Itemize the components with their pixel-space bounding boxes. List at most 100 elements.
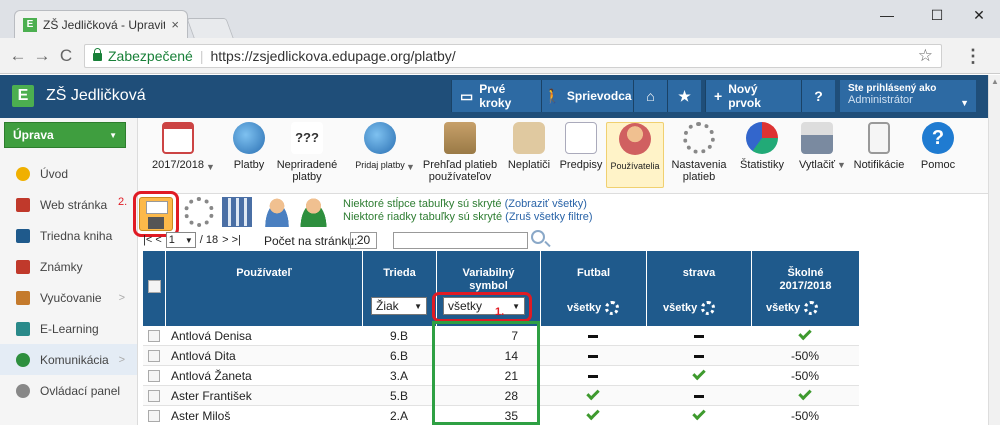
back-icon[interactable]: ←	[8, 46, 28, 66]
clear-filters-link[interactable]: (Zruš všetky filtre)	[505, 211, 592, 223]
notifications-button[interactable]: Notifikácie	[850, 122, 908, 188]
unassigned-payments-button[interactable]: ??? Nepriradené platby	[274, 122, 340, 188]
school-name[interactable]: ZŠ Jedličková	[46, 87, 146, 105]
football-filter-value: všetky	[567, 301, 602, 314]
sidebar-item-communication[interactable]: Komunikácia >	[0, 344, 137, 375]
select-all-checkbox[interactable]	[148, 280, 161, 293]
header-food[interactable]: strava všetky	[646, 251, 751, 326]
header-class[interactable]: Trieda Žiak ▼	[362, 251, 436, 326]
annotation-label-2: 2.	[118, 196, 128, 208]
add-user-icon[interactable]	[300, 197, 330, 227]
row-checkbox[interactable]	[148, 370, 160, 382]
cell-name[interactable]: Antlová Žaneta	[171, 369, 361, 383]
payments-button[interactable]: Platby	[224, 122, 274, 188]
toolbar-label: Nepriradené platby	[276, 159, 338, 183]
cell-class-text: 9.B	[389, 329, 408, 343]
users-button[interactable]: Používatelia	[606, 122, 664, 188]
gear-icon[interactable]	[605, 301, 620, 315]
page-scrollbar[interactable]: ▲	[988, 75, 1000, 425]
user-menu[interactable]: Ste prihlásený ako Administrátor ▼	[840, 80, 976, 112]
row-checkbox[interactable]	[148, 330, 160, 342]
add-payments-button[interactable]: Pridaj platby	[348, 122, 412, 188]
sidebar-item-control-panel[interactable]: Ovládací panel	[0, 375, 137, 406]
debtors-button[interactable]: Neplatiči	[504, 122, 554, 188]
settings-gear-icon[interactable]	[184, 197, 214, 227]
sidebar-item-elearning[interactable]: E-Learning	[0, 313, 137, 344]
browser-tab-bar: E ZŠ Jedličková - Upraviť v × — ☐ ✕	[0, 0, 1000, 38]
statistics-button[interactable]: Štatistiky	[734, 122, 790, 188]
payment-settings-button[interactable]: Nastavenia platieb	[666, 122, 732, 188]
class-filter-select[interactable]: Žiak ▼	[371, 297, 427, 315]
tab-close-icon[interactable]: ×	[171, 17, 179, 32]
sidebar: Úprava ▼ Úvod Web stránka Triedna kniha …	[0, 118, 138, 425]
columns-icon[interactable]	[222, 197, 252, 227]
school-year-button[interactable]: 2017/2018	[148, 122, 208, 188]
header-school-fees[interactable]: Školné 2017/2018 všetky	[751, 251, 859, 326]
food-filter[interactable]: všetky	[663, 301, 716, 315]
sidebar-item-uvod[interactable]: Úvod	[0, 158, 137, 189]
class-filter-value: Žiak	[376, 298, 399, 313]
cell-name[interactable]: Aster Miloš	[171, 409, 361, 423]
sidebar-item-web[interactable]: Web stránka	[0, 189, 137, 220]
reload-icon[interactable]: C	[56, 46, 76, 66]
edupage-logo-icon[interactable]: E	[12, 85, 34, 107]
next-last-page[interactable]: > >|	[222, 234, 241, 246]
book-icon	[16, 228, 30, 243]
minimize-button[interactable]: —	[864, 4, 910, 26]
cell-fees: -50%	[751, 369, 859, 383]
cell-name[interactable]: Antlová Dita	[171, 349, 361, 363]
guide-button[interactable]: 🚶 Sprievodca	[541, 80, 633, 112]
chevron-down-icon[interactable]: ▼	[837, 160, 846, 170]
check-icon	[798, 326, 812, 341]
browser-tab[interactable]: E ZŠ Jedličková - Upraviť v ×	[14, 10, 188, 38]
first-prev-page[interactable]: |< <	[143, 234, 162, 246]
chevron-down-icon[interactable]: ▼	[206, 162, 215, 172]
header-user[interactable]: Používateľ	[165, 251, 362, 326]
row-checkbox[interactable]	[148, 350, 160, 362]
gear-icon[interactable]	[701, 301, 716, 315]
cell-name[interactable]: Aster František	[171, 389, 361, 403]
help-button[interactable]: ?	[801, 80, 835, 112]
per-page-input[interactable]: 20	[350, 232, 377, 249]
sidebar-item-teaching[interactable]: Vyučovanie >	[0, 282, 137, 313]
print-button[interactable]: Vytlačiť	[794, 122, 840, 188]
header-football[interactable]: Futbal všetky	[540, 251, 646, 326]
search-input[interactable]	[393, 232, 528, 249]
home-button[interactable]: ⌂	[633, 80, 667, 112]
sidebar-item-grades[interactable]: Známky	[0, 251, 137, 282]
moneybag-icon	[513, 122, 545, 154]
bookmark-star-icon[interactable]: ☆	[918, 46, 933, 66]
show-all-link[interactable]: (Zobraziť všetky)	[505, 198, 587, 210]
search-icon[interactable]	[531, 230, 545, 244]
chevron-down-icon[interactable]: ▼	[406, 162, 415, 172]
first-steps-button[interactable]: ▭ Prvé kroky	[451, 80, 541, 112]
header-food-label: strava	[682, 267, 716, 279]
page-select[interactable]: 1 ▼	[165, 232, 196, 248]
url-field[interactable]: Zabezpečené | https://zsjedlickova.edupa…	[84, 44, 942, 68]
scroll-up-icon[interactable]: ▲	[991, 77, 999, 86]
row-checkbox[interactable]	[148, 390, 160, 402]
toolbar-label: Nastavenia platieb	[671, 159, 727, 183]
edit-mode-label: Úprava	[13, 128, 54, 142]
fees-filter[interactable]: všetky	[766, 301, 819, 315]
new-item-button[interactable]: + Nový prvok	[705, 80, 801, 112]
edit-mode-button[interactable]: Úprava ▼	[4, 122, 126, 148]
maximize-button[interactable]: ☐	[914, 4, 960, 26]
favorites-button[interactable]: ★	[667, 80, 701, 112]
user-icon[interactable]	[262, 197, 292, 227]
row-checkbox[interactable]	[148, 410, 160, 422]
cell-name[interactable]: Antlová Denisa	[171, 329, 361, 343]
football-filter[interactable]: všetky	[567, 301, 620, 315]
save-icon[interactable]	[139, 197, 173, 231]
gear-icon[interactable]	[804, 301, 819, 315]
new-tab-button[interactable]	[186, 18, 234, 38]
prescriptions-button[interactable]: Predpisy	[556, 122, 606, 188]
cell-name-text: Aster Miloš	[171, 409, 231, 423]
user-payments-overview-button[interactable]: Prehľad platieb používateľov	[416, 122, 504, 188]
help-toolbar-button[interactable]: ? Pomoc	[916, 122, 960, 188]
close-window-button[interactable]: ✕	[956, 4, 1000, 26]
sidebar-item-class-book[interactable]: Triedna kniha	[0, 220, 137, 251]
forward-icon[interactable]: →	[32, 46, 52, 66]
header-football-label: Futbal	[577, 267, 610, 279]
browser-menu-icon[interactable]: ⋮	[964, 47, 982, 65]
